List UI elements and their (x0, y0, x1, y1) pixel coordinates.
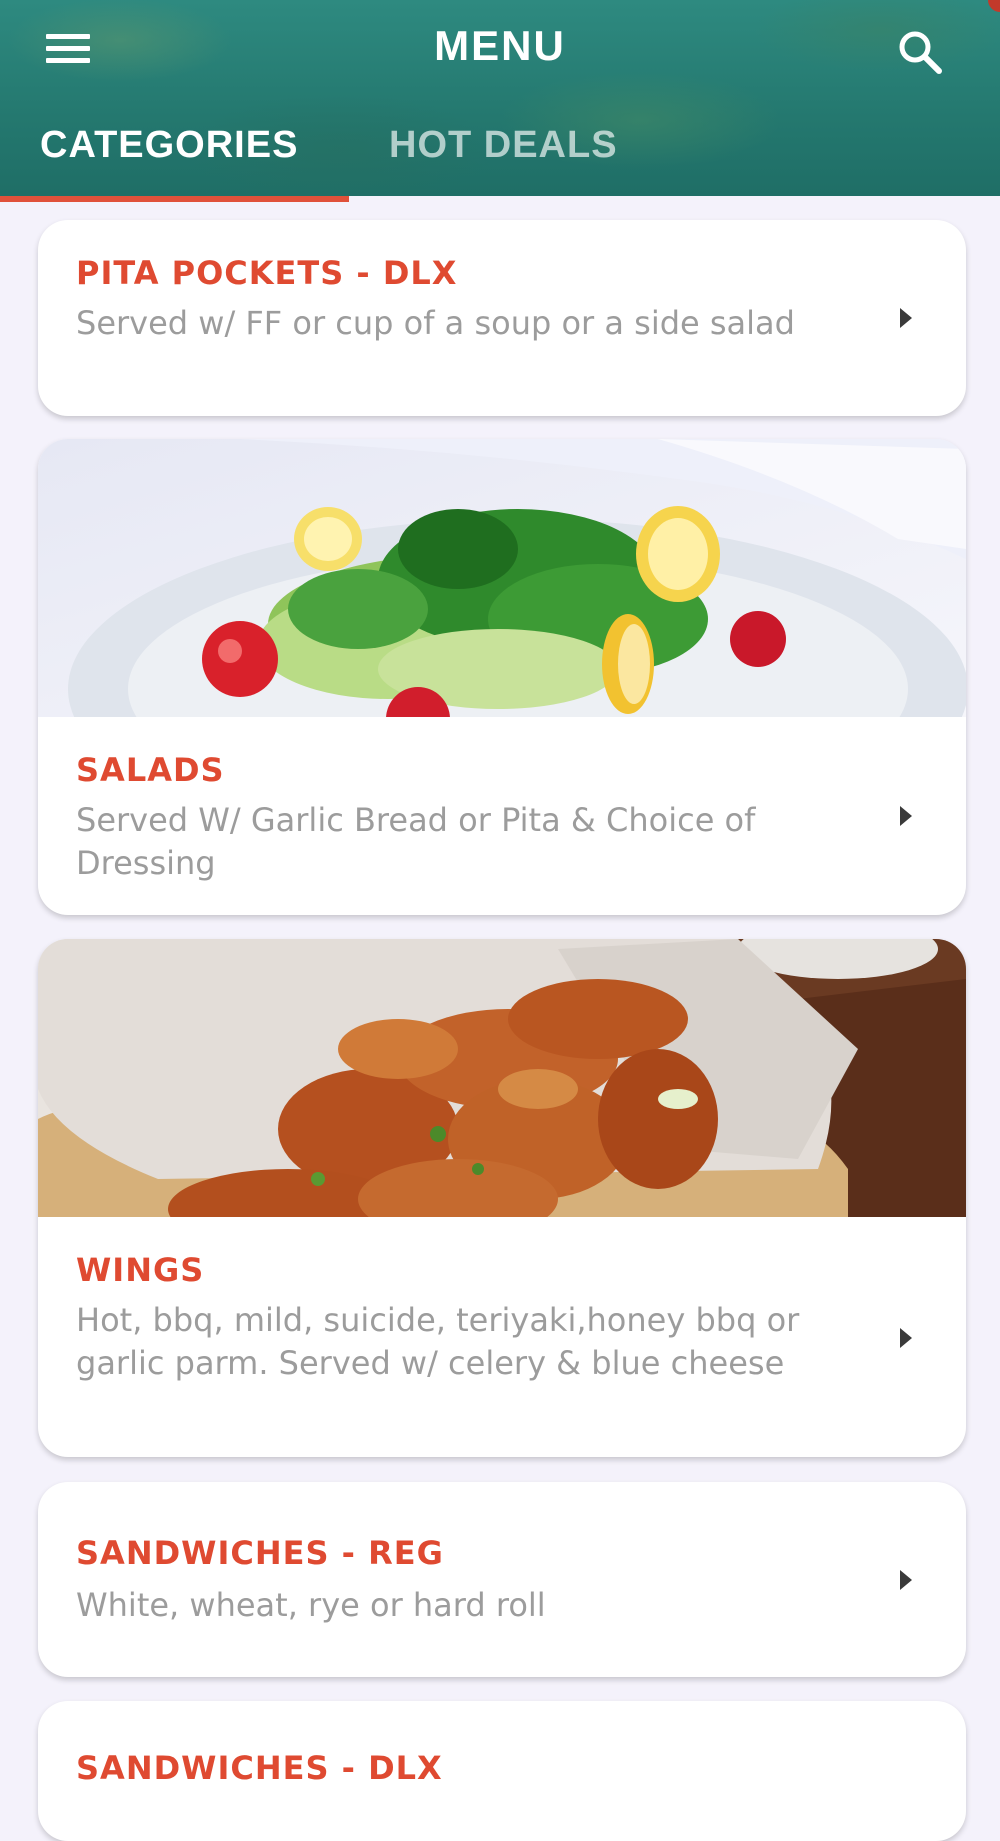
chevron-right-icon (900, 1328, 912, 1348)
active-tab-indicator (0, 196, 349, 202)
category-title: SANDWICHES - DLX (76, 1749, 443, 1787)
category-card-wings[interactable]: WINGS Hot, bbq, mild, suicide, teriyaki,… (38, 939, 966, 1457)
category-title: PITA POCKETS - DLX (76, 254, 458, 292)
search-icon[interactable] (896, 28, 944, 76)
category-card-pita-pockets-dlx[interactable]: PITA POCKETS - DLX Served w/ FF or cup o… (38, 220, 966, 416)
wings-photo (38, 939, 966, 1217)
app-header: MENU CATEGORIES HOT DEALS (0, 0, 1000, 196)
category-description: Served W/ Garlic Bread or Pita & Choice … (76, 801, 756, 882)
category-title: WINGS (76, 1251, 205, 1289)
chevron-right-icon (900, 806, 912, 826)
category-description: Hot, bbq, mild, suicide, teriyaki,honey … (76, 1301, 800, 1382)
category-title: SANDWICHES - REG (76, 1534, 444, 1572)
category-card-salads[interactable]: SALADS Served W/ Garlic Bread or Pita & … (38, 439, 966, 915)
tab-hot-deals[interactable]: HOT DEALS (389, 124, 618, 167)
salad-photo (38, 439, 966, 717)
chevron-right-icon (900, 308, 912, 328)
category-card-sandwiches-dlx[interactable]: SANDWICHES - DLX (38, 1701, 966, 1841)
page-title: MENU (434, 22, 566, 69)
category-title: SALADS (76, 751, 225, 789)
category-description: White, wheat, rye or hard roll (76, 1586, 546, 1624)
chevron-right-icon (900, 1570, 912, 1590)
category-card-sandwiches-reg[interactable]: SANDWICHES - REG White, wheat, rye or ha… (38, 1482, 966, 1677)
tab-categories[interactable]: CATEGORIES (40, 124, 298, 167)
category-description: Served w/ FF or cup of a soup or a side … (76, 304, 795, 342)
